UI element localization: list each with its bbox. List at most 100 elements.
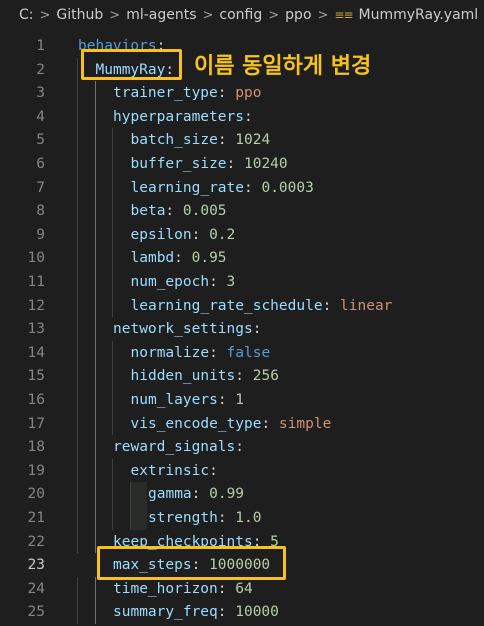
code-text: batch_size: 1024 [131,128,271,152]
yaml-colon: : [165,203,175,220]
yaml-icon: ≡≡ [334,8,353,22]
yaml-key: num_layers [130,392,218,408]
code-line[interactable]: 7 learning_rate: 0.0003 [0,176,484,200]
code-line[interactable]: 15 hidden_units: 256 [0,364,484,388]
yaml-key: vis_encode_type [130,415,262,432]
code-editor[interactable]: 1 behaviors: 2 MummyRay: 3 trainer_type: ppo 4… [0,30,484,626]
line-number: 15 [27,368,45,385]
code-line[interactable]: 20 gamma: 0.99 [0,482,484,506]
yaml-value: linear [331,297,393,314]
yaml-value: false [217,344,271,361]
line-number: 21 [27,510,45,526]
yaml-key: normalize [130,344,210,361]
yaml-key: summary_freq [113,604,218,621]
yaml-key: epsilon [130,226,192,243]
line-number: 11 [27,274,45,290]
line-number: 24 [27,580,45,597]
yaml-value: 10240 [235,156,288,172]
yaml-colon: : [174,250,183,267]
yaml-key: batch_size [130,132,218,149]
breadcrumb-item-config[interactable]: config [219,7,262,23]
breadcrumb-file-name[interactable]: MummyRay.yaml [359,7,479,23]
code-line[interactable]: 24 time_horizon: 64 [0,577,484,601]
line-number: 9 [36,226,45,243]
yaml-colon: : [217,392,227,408]
line-number: 10 [27,250,45,267]
yaml-colon: : [322,297,332,314]
code-line[interactable]: 10 lambd: 0.95 [0,246,484,270]
code-text: hyperparameters: [113,105,253,129]
code-text: gamma: 0.99 [148,482,244,506]
code-text: beta: 0.005 [131,199,227,223]
yaml-key: time_horizon [113,580,218,597]
code-text: num_epoch: 3 [131,270,236,294]
yaml-colon: : [209,344,218,361]
breadcrumb-item-ppo[interactable]: ppo [285,7,311,23]
code-text: extrinsic: [131,459,218,483]
code-line[interactable]: 11 num_epoch: 3 [0,270,484,294]
code-text: summary_freq: 10000 [113,600,279,624]
breadcrumb-item-github[interactable]: Github [56,7,103,23]
code-line[interactable]: 17 vis_encode_type: simple [0,412,484,436]
line-number: 8 [36,203,45,220]
code-line[interactable]: 21 strength: 1.0 [0,506,484,530]
yaml-colon: : [217,510,227,526]
yaml-key: network_settings [113,321,253,338]
code-line[interactable]: 4 hyperparameters: [0,105,484,129]
yaml-value: 1024 [226,132,271,149]
yaml-key: reward_signals [113,439,236,456]
yaml-key: hidden_units [130,368,236,385]
line-number: 6 [36,156,45,172]
breadcrumb-item-ml-agents[interactable]: ml-agents [126,7,196,23]
line-number: 17 [27,415,45,432]
code-text: learning_rate: 0.0003 [131,176,314,200]
yaml-colon: : [209,274,218,290]
code-line[interactable]: 3 trainer_type: ppo [0,81,484,105]
code-line[interactable]: 18 reward_signals: [0,435,484,459]
yaml-value: simple [270,415,332,432]
yaml-key: learning_rate_schedule [130,297,323,314]
yaml-value: 0.95 [182,250,227,267]
chevron-right-icon: > [109,7,121,23]
code-line[interactable]: 9 epsilon: 0.2 [0,223,484,247]
code-text: lambd: 0.95 [131,246,227,270]
yaml-colon: : [209,462,218,479]
yaml-key: trainer_type [113,85,218,102]
highlight-box-mummyray [81,49,182,80]
yaml-key: hyperparameters [113,108,244,125]
code-line[interactable]: 12 learning_rate_schedule: linear [0,294,484,318]
code-text: reward_signals: [113,435,244,459]
code-text: network_settings: [113,317,261,341]
yaml-colon: : [243,108,253,125]
code-line[interactable]: 5 batch_size: 1024 [0,128,484,152]
chevron-right-icon: > [317,7,329,23]
code-text: buffer_size: 10240 [131,152,288,176]
code-line[interactable]: 19 extrinsic: [0,459,484,483]
yaml-value: 0.2 [200,226,236,243]
code-text: vis_encode_type: simple [131,412,332,436]
code-line[interactable]: 14 normalize: false [0,341,484,365]
yaml-colon: : [217,85,227,102]
code-text: strength: 1.0 [148,506,262,530]
code-text: num_layers: 1 [131,388,245,412]
code-line[interactable]: 8 beta: 0.005 [0,199,484,223]
code-text: normalize: false [131,341,271,365]
yaml-key: buffer_size [130,156,227,172]
yaml-colon: : [217,580,227,597]
code-text: epsilon: 0.2 [131,223,236,247]
yaml-value: 64 [226,580,253,597]
breadcrumb-item-drive[interactable]: C: [19,7,34,23]
yaml-value: 3 [217,274,236,290]
yaml-colon: : [235,439,244,456]
line-number: 3 [36,85,45,102]
code-text: learning_rate_schedule: linear [131,294,393,318]
code-line[interactable]: 13 network_settings: [0,317,484,341]
yaml-colon: : [235,368,244,385]
yaml-colon: : [217,132,227,149]
line-number: 12 [27,297,45,314]
code-text: time_horizon: 64 [113,577,253,601]
code-line[interactable]: 6 buffer_size: 10240 [0,152,484,176]
code-line[interactable]: 16 num_layers: 1 [0,388,484,412]
code-line[interactable]: 25 summary_freq: 10000 [0,600,484,624]
yaml-key: learning_rate [130,179,245,196]
